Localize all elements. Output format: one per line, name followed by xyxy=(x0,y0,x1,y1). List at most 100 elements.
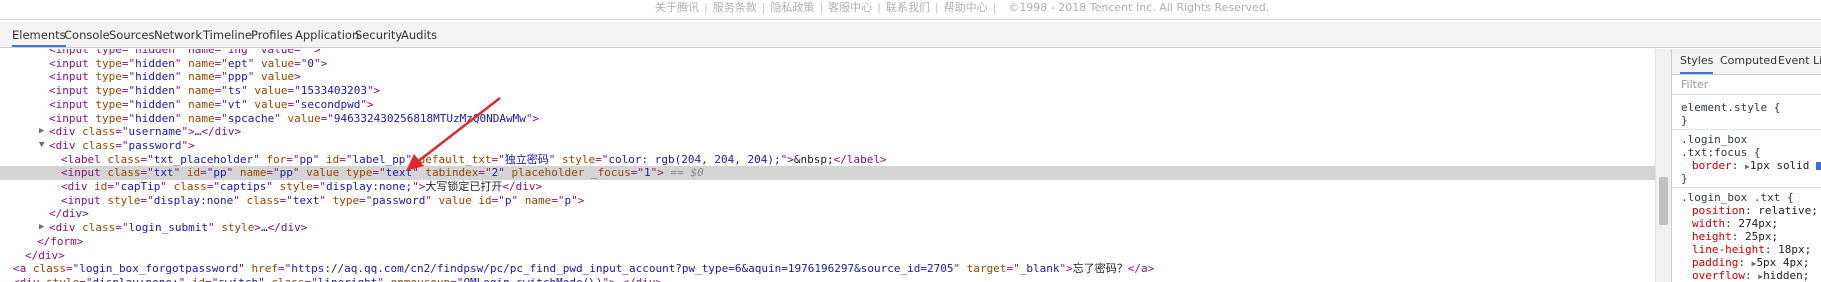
dom-node-selected[interactable]: <input class="txt" id="pp" name="pp" val… xyxy=(0,166,1655,180)
dom-token-attr[interactable]: class xyxy=(271,276,304,282)
dom-token-val[interactable]: display:none; xyxy=(326,180,412,193)
dom-token-val[interactable]: hidden xyxy=(135,70,175,83)
tab-console[interactable]: Console xyxy=(64,22,110,47)
footer-link-service[interactable]: 客服中心 xyxy=(828,1,872,14)
dom-node[interactable]: <a class="login_box_forgotpassword" href… xyxy=(0,262,1655,276)
dom-token-val[interactable]: hidden xyxy=(135,98,175,111)
tab-network[interactable]: Network xyxy=(154,22,202,47)
dom-token-val[interactable]: vt xyxy=(228,98,241,111)
tab-elements[interactable]: Elements xyxy=(12,22,66,47)
dom-token-attr[interactable]: type xyxy=(95,98,122,111)
dom-token-val[interactable]: secondpwd xyxy=(301,98,361,111)
tab-event-listeners[interactable]: Event Li xyxy=(1778,49,1821,74)
elements-scrollbar[interactable] xyxy=(1655,49,1671,282)
dom-node[interactable]: </div> xyxy=(0,207,1655,221)
dom-token-attr[interactable]: id xyxy=(478,194,491,207)
dom-token-val[interactable]: label_pp xyxy=(352,153,405,166)
styles-filter-input[interactable]: Filter xyxy=(1672,75,1821,95)
dom-token-attr[interactable]: type xyxy=(95,84,122,97)
dom-token-attr[interactable]: value xyxy=(261,57,294,70)
dom-token-attr[interactable]: value xyxy=(439,194,472,207)
dom-token-val[interactable]: 946332430256818MTUzMzQ0NDAwMw xyxy=(334,112,526,125)
dom-token-val[interactable]: https://aq.qq.com/cn2/findpsw/pc/pc_find… xyxy=(291,262,953,275)
dom-token-attr[interactable]: class xyxy=(82,125,115,138)
dom-token-attr[interactable]: style xyxy=(46,276,79,282)
dom-token-attr[interactable]: value xyxy=(254,98,287,111)
footer-link-contact[interactable]: 联系我们 xyxy=(886,1,930,14)
style-prop-width[interactable]: width: 274px; xyxy=(1692,217,1778,231)
tab-sources[interactable]: Sources xyxy=(109,22,155,47)
collapse-triangle-icon[interactable]: ▼ xyxy=(39,139,49,153)
dom-token-val[interactable]: login_submit xyxy=(129,221,208,234)
dom-token-attr[interactable]: href xyxy=(251,262,278,275)
dom-token-attr[interactable]: name xyxy=(240,166,267,179)
dom-token-val[interactable]: ppp xyxy=(228,70,248,83)
dom-token-attr[interactable]: tabindex xyxy=(425,166,478,179)
expand-triangle-icon[interactable]: ▶ xyxy=(39,221,49,235)
dom-node[interactable]: <label class="txt_placeholder" for="pp" … xyxy=(0,153,1655,167)
scrollbar-thumb[interactable] xyxy=(1659,177,1668,225)
tab-audits[interactable]: Audits xyxy=(401,22,437,47)
dom-token-attr[interactable]: class xyxy=(33,262,66,275)
dom-node[interactable]: <div id="capTip" class="captips" style="… xyxy=(0,180,1655,194)
dom-node[interactable]: </form> xyxy=(0,235,1655,249)
dom-token-attr[interactable]: type xyxy=(95,57,122,70)
style-prop-padding[interactable]: padding: ▶5px 4px; xyxy=(1692,256,1809,270)
dom-token-val[interactable]: ts xyxy=(228,84,241,97)
style-prop-overflow[interactable]: overflow: ▶hidden; xyxy=(1692,269,1809,282)
dom-token-attr[interactable]: name xyxy=(188,70,215,83)
dom-token-val[interactable]: 独立密码 xyxy=(505,153,549,166)
dom-token-attr[interactable]: value xyxy=(261,70,294,83)
dom-token-attr[interactable]: id xyxy=(94,180,107,193)
dom-token-attr[interactable]: value xyxy=(306,166,339,179)
dom-token-attr[interactable]: type xyxy=(346,166,373,179)
dom-token-val[interactable]: text xyxy=(386,166,413,179)
dom-token-val[interactable]: pp xyxy=(299,153,312,166)
footer-link-about[interactable]: 关于腾讯 xyxy=(655,1,699,14)
dom-token-val[interactable]: 1 xyxy=(644,166,651,179)
dom-token-attr[interactable]: name xyxy=(188,84,215,97)
tab-computed[interactable]: Computed xyxy=(1720,49,1777,74)
dom-token-attr[interactable]: _focus xyxy=(591,166,631,179)
dom-token-attr[interactable]: class xyxy=(174,180,207,193)
dom-token-val[interactable]: display:none; xyxy=(93,276,179,282)
dom-token-attr[interactable]: type xyxy=(95,112,122,125)
dom-node[interactable]: ▼ <div class="password"> xyxy=(0,139,1655,153)
dom-token-attr[interactable]: id xyxy=(326,153,339,166)
dom-token-val[interactable]: capTip xyxy=(121,180,161,193)
style-prop-height[interactable]: height: 25px; xyxy=(1692,230,1778,244)
tab-styles[interactable]: Styles xyxy=(1680,49,1714,74)
dom-token-val[interactable]: password xyxy=(372,194,425,207)
dom-token-val[interactable]: pp xyxy=(280,166,293,179)
dom-node[interactable]: <input type="hidden" name="spcache" valu… xyxy=(0,112,1655,126)
dom-token-attr[interactable]: class xyxy=(82,221,115,234)
dom-token-attr[interactable]: name xyxy=(188,57,215,70)
dom-token-val[interactable]: 0 xyxy=(307,57,314,70)
dom-node[interactable]: ▶ <div class="username">…</div> xyxy=(0,125,1655,139)
dom-node[interactable]: <input type="hidden" name="ept" value="0… xyxy=(0,57,1655,71)
dom-token-attr[interactable]: class xyxy=(107,153,140,166)
dom-node[interactable]: </div> xyxy=(0,249,1655,263)
dom-token-val[interactable]: spcache xyxy=(228,112,274,125)
dom-token-attr[interactable]: id xyxy=(192,276,205,282)
dom-token-attr[interactable]: onmousoup xyxy=(391,276,451,282)
dom-token-attr[interactable]: style xyxy=(280,180,313,193)
dom-token-val[interactable]: hidden xyxy=(135,57,175,70)
dom-node[interactable]: <input type="hidden" name="ing" value=""… xyxy=(0,49,1655,57)
dom-token-val[interactable]: hidden xyxy=(135,112,175,125)
tab-security[interactable]: Security xyxy=(355,22,402,47)
dom-token-val[interactable]: display:none xyxy=(154,194,233,207)
dom-token-attr[interactable]: type xyxy=(95,70,122,83)
dom-token-attr[interactable]: class xyxy=(246,194,279,207)
dom-node[interactable]: <input type="hidden" name="ts" value="15… xyxy=(0,84,1655,98)
footer-link-terms[interactable]: 服务条款 xyxy=(713,1,757,14)
dom-token-attr[interactable]: for xyxy=(266,153,286,166)
footer-link-privacy[interactable]: 隐私政策 xyxy=(770,1,814,14)
elements-dom-tree[interactable]: <input type="hidden" name="ing" value=""… xyxy=(0,49,1655,282)
dom-token-val[interactable]: hidden xyxy=(135,84,175,97)
dom-token-attr[interactable]: style xyxy=(562,153,595,166)
dom-token-val[interactable]: text xyxy=(293,194,320,207)
dom-token-attr[interactable]: style xyxy=(221,221,254,234)
dom-node[interactable]: <input type="hidden" name="ppp" value> xyxy=(0,70,1655,84)
tab-application[interactable]: Application xyxy=(295,22,359,47)
